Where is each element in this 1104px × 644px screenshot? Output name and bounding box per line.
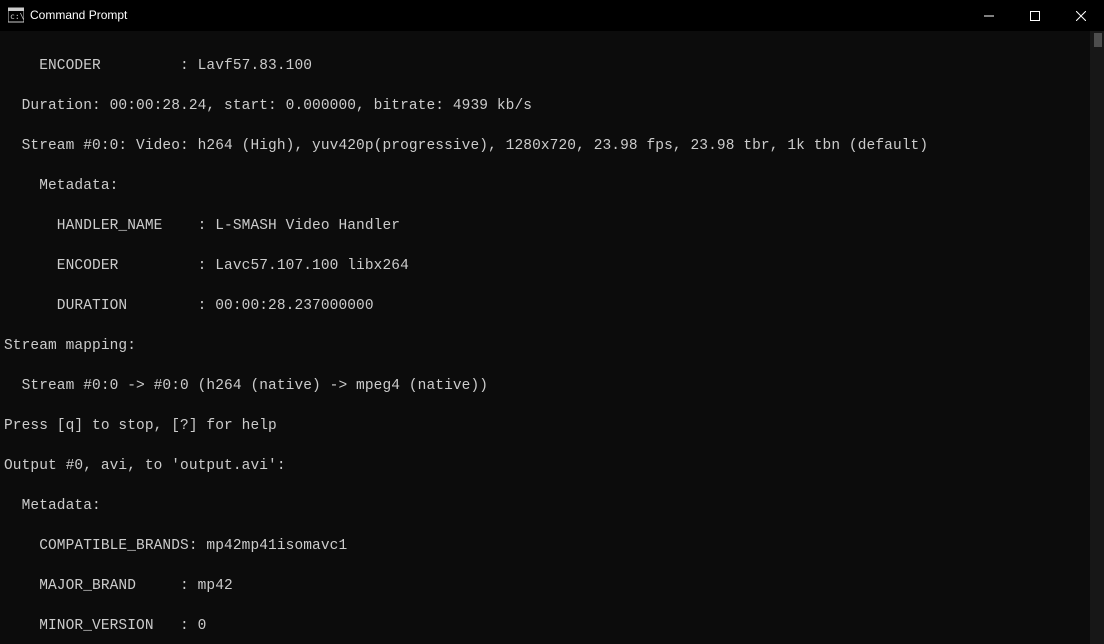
minimize-button[interactable] bbox=[966, 0, 1012, 31]
cmd-icon: c:\ bbox=[8, 7, 24, 23]
scrollbar-thumb[interactable] bbox=[1094, 33, 1102, 47]
maximize-button[interactable] bbox=[1012, 0, 1058, 31]
output-line: Stream #0:0: Video: h264 (High), yuv420p… bbox=[4, 136, 1104, 156]
output-line: Press [q] to stop, [?] for help bbox=[4, 416, 1104, 436]
window-title: Command Prompt bbox=[30, 8, 966, 22]
output-line: Stream mapping: bbox=[4, 336, 1104, 356]
output-line: MINOR_VERSION : 0 bbox=[4, 616, 1104, 636]
svg-text:c:\: c:\ bbox=[10, 12, 24, 21]
scrollbar-track[interactable] bbox=[1090, 31, 1104, 644]
window-titlebar: c:\ Command Prompt bbox=[0, 0, 1104, 31]
output-line: Metadata: bbox=[4, 496, 1104, 516]
output-line: ENCODER : Lavf57.83.100 bbox=[4, 56, 1104, 76]
close-button[interactable] bbox=[1058, 0, 1104, 31]
output-line: ENCODER : Lavc57.107.100 libx264 bbox=[4, 256, 1104, 276]
output-line: DURATION : 00:00:28.237000000 bbox=[4, 296, 1104, 316]
output-line: Duration: 00:00:28.24, start: 0.000000, … bbox=[4, 96, 1104, 116]
output-line: HANDLER_NAME : L-SMASH Video Handler bbox=[4, 216, 1104, 236]
window-controls bbox=[966, 0, 1104, 30]
output-line: Metadata: bbox=[4, 176, 1104, 196]
terminal-output[interactable]: ENCODER : Lavf57.83.100 Duration: 00:00:… bbox=[0, 31, 1104, 644]
output-line: COMPATIBLE_BRANDS: mp42mp41isomavc1 bbox=[4, 536, 1104, 556]
output-line: MAJOR_BRAND : mp42 bbox=[4, 576, 1104, 596]
output-line: Stream #0:0 -> #0:0 (h264 (native) -> mp… bbox=[4, 376, 1104, 396]
output-line: Output #0, avi, to 'output.avi': bbox=[4, 456, 1104, 476]
